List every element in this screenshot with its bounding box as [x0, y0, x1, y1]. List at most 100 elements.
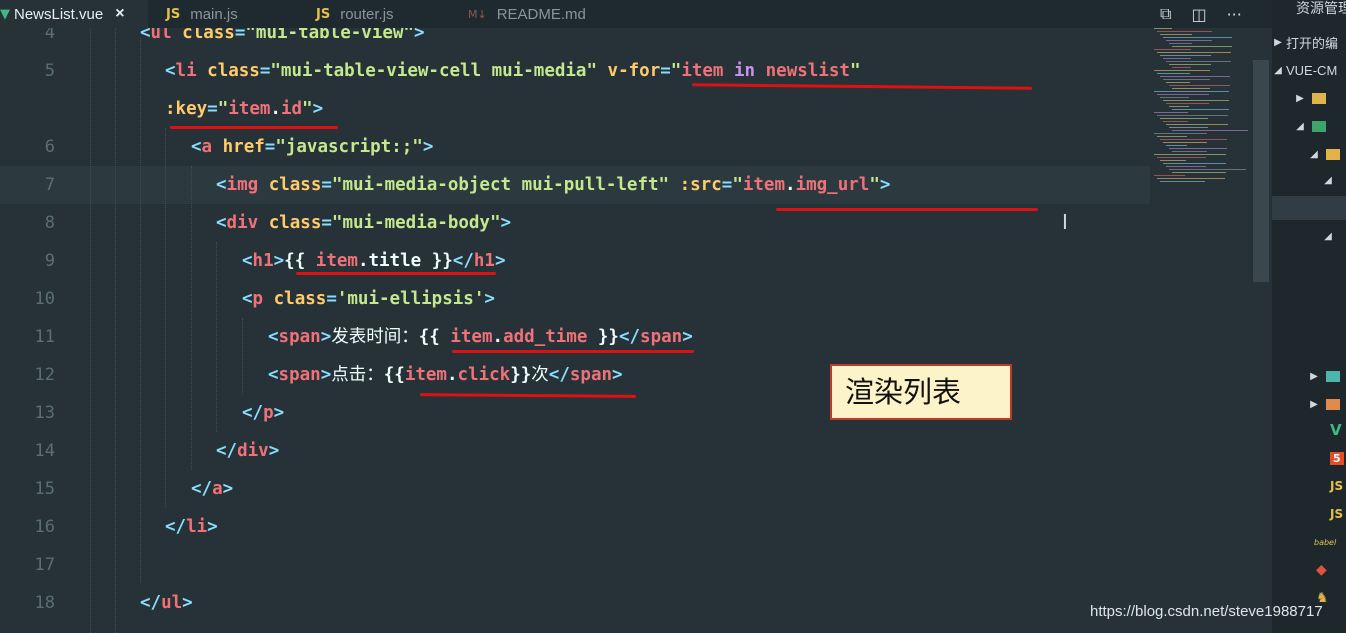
line-number: 9	[44, 251, 55, 271]
minimap-line	[1166, 40, 1212, 41]
tree-item[interactable]: JS	[1330, 502, 1346, 526]
line-number: 6	[44, 137, 55, 157]
line-number: 4	[44, 28, 55, 43]
tree-item[interactable]: ▶	[1308, 392, 1346, 416]
project-section[interactable]: ◢ VUE-CM	[1272, 58, 1346, 82]
minimap[interactable]	[1150, 28, 1250, 188]
open-editors-section[interactable]: ▶ 打开的编	[1272, 30, 1346, 54]
folder-icon	[1312, 92, 1326, 104]
chevron-down-icon: ◢	[1310, 148, 1318, 160]
chevron-right-icon: ▶	[1310, 398, 1318, 410]
minimap-line	[1166, 82, 1190, 83]
tree-item[interactable]: V	[1330, 418, 1346, 442]
line-number: 11	[34, 327, 55, 347]
chevron-right-icon: ▶	[1296, 92, 1304, 104]
red-underline	[170, 126, 338, 129]
tree-item[interactable]: babel	[1314, 530, 1346, 554]
minimap-line	[1154, 49, 1191, 50]
minimap-line	[1160, 139, 1227, 140]
minimap-line	[1169, 148, 1227, 149]
tree-item[interactable]: ◆	[1316, 558, 1346, 582]
minimap-line	[1169, 43, 1192, 44]
minimap-line	[1157, 94, 1209, 95]
open-preview-icon[interactable]: ⧉	[1160, 4, 1171, 24]
code-line: 5 <li class="mui-table-view-cell mui-med…	[0, 52, 1150, 90]
minimap-line	[1154, 91, 1229, 92]
code-editor[interactable]: 4 <ul class="mui-table-view"> 5 <li clas…	[0, 28, 1272, 633]
tab-label: NewsList.vue	[14, 5, 104, 23]
minimap-line	[1157, 73, 1190, 74]
tab-router-js[interactable]: JS router.js	[300, 0, 450, 28]
minimap-line	[1166, 166, 1206, 167]
explorer-title: 资源管理	[1296, 0, 1346, 16]
js-file-icon: JS	[1330, 479, 1344, 493]
chevron-right-icon: ▶	[1274, 36, 1282, 48]
tree-item[interactable]: ◢	[1294, 114, 1346, 138]
indent-guide	[115, 28, 117, 633]
minimap-line	[1154, 133, 1207, 134]
minimap-line	[1163, 121, 1188, 122]
js-file-icon: JS	[166, 6, 181, 22]
close-icon[interactable]: ×	[115, 5, 124, 23]
text-cursor-icon: I	[1062, 210, 1068, 234]
minimap-line	[1172, 109, 1229, 110]
indent-guide	[140, 38, 142, 583]
split-editor-icon[interactable]: ◫	[1191, 5, 1206, 24]
tree-item[interactable]: 5	[1330, 446, 1346, 470]
tree-item[interactable]: ▶	[1308, 364, 1346, 388]
minimap-line	[1166, 145, 1187, 146]
tab-newslist-vue[interactable]: ▼ NewsList.vue ×	[0, 0, 148, 28]
minimap-line	[1160, 181, 1205, 182]
code-line: 17	[0, 546, 1150, 584]
indent-guide	[90, 28, 92, 633]
code-line: 10 <p class='mui-ellipsis'>	[0, 280, 1150, 318]
tree-item[interactable]: ◢	[1308, 142, 1346, 166]
code-text: <span>点击：{{item.click}}次</span>	[268, 365, 623, 385]
minimap-line	[1154, 28, 1172, 29]
minimap-line	[1166, 61, 1231, 62]
line-number: 5	[44, 61, 55, 81]
folder-icon	[1312, 120, 1326, 132]
minimap-line	[1157, 31, 1212, 32]
line-number: 12	[34, 365, 55, 385]
minimap-line	[1169, 106, 1189, 107]
minimap-line	[1172, 67, 1191, 68]
indent-guide	[216, 242, 218, 432]
minimap-line	[1172, 46, 1232, 47]
red-underline	[776, 208, 1038, 211]
tab-main-js[interactable]: JS main.js	[150, 0, 298, 28]
minimap-line	[1154, 175, 1185, 176]
chevron-down-icon: ◢	[1274, 64, 1282, 76]
more-actions-icon[interactable]: ···	[1227, 5, 1242, 24]
code-text: <p class='mui-ellipsis'>	[242, 289, 495, 309]
minimap-line	[1160, 55, 1211, 56]
chevron-right-icon: ▶	[1310, 370, 1318, 382]
tree-item[interactable]: ◢	[1322, 168, 1346, 192]
minimap-line	[1160, 160, 1186, 161]
minimap-line	[1157, 178, 1225, 179]
tab-readme-md[interactable]: M↓ README.md	[452, 0, 620, 28]
minimap-line	[1166, 124, 1228, 125]
minimap-line	[1172, 130, 1248, 131]
tree-item[interactable]: ▶	[1294, 86, 1346, 110]
tree-item[interactable]: ◢	[1322, 224, 1346, 248]
editor-actions: ⧉ ◫ ···	[1160, 0, 1242, 28]
code-text: <div class="mui-media-body">	[216, 213, 512, 233]
indent-guide	[242, 318, 244, 394]
watermark: https://blog.csdn.net/steve1988717	[1090, 603, 1323, 620]
scrollbar-thumb[interactable]	[1253, 60, 1269, 282]
babel-file-icon: babel	[1314, 537, 1337, 547]
minimap-line	[1172, 88, 1210, 89]
tree-item-selected[interactable]	[1272, 196, 1346, 220]
code-text: <a href="javascript:;">	[191, 137, 434, 157]
code-text: </div>	[216, 441, 280, 461]
tree-item[interactable]: JS	[1330, 474, 1346, 498]
html-file-icon: 5	[1330, 451, 1344, 465]
minimap-line	[1169, 127, 1208, 128]
line-number: 16	[34, 517, 55, 537]
code-text: </li>	[165, 517, 218, 537]
code-text: </ul>	[140, 593, 193, 613]
code-line: 18 </ul>	[0, 584, 1150, 622]
vue-icon: ▼	[0, 6, 10, 22]
code-text: <img class="mui-media-object mui-pull-le…	[216, 175, 891, 195]
